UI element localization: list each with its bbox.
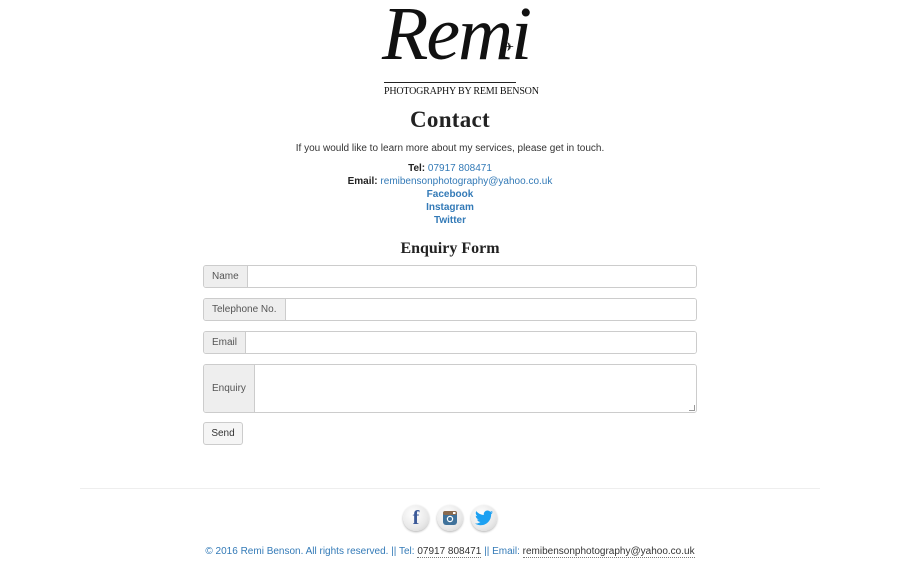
twitter-icon[interactable] (471, 505, 497, 531)
name-input[interactable] (247, 266, 696, 287)
footer-tel-link[interactable]: 07917 808471 (417, 546, 482, 558)
telephone-field-group: Telephone No. (203, 298, 697, 321)
email-field-group: Email (203, 331, 697, 354)
enquiry-label: Enquiry (204, 365, 255, 412)
resize-handle-icon[interactable] (689, 405, 695, 411)
tel-label: Tel: (408, 163, 426, 174)
logo[interactable]: Remi ✈ PHOTOGRAPHY BY REMI BENSON (380, 0, 539, 98)
email-input[interactable] (246, 332, 696, 353)
name-field-group: Name (203, 265, 697, 288)
email-label: Email: (347, 176, 378, 187)
enquiry-textarea[interactable] (254, 365, 696, 412)
twitter-bird-glyph (475, 510, 493, 526)
name-label: Name (204, 266, 248, 287)
footer: © 2016 Remi Benson. All rights reserved.… (0, 546, 900, 558)
airplane-icon: ✈ (504, 40, 515, 54)
instagram-link[interactable]: Instagram (426, 202, 474, 213)
email-link[interactable]: remibensonphotography@yahoo.co.uk (380, 176, 552, 187)
logo-wordmark: Remi (382, 0, 532, 76)
instagram-line: Instagram (0, 202, 900, 213)
telephone-label: Telephone No. (204, 299, 286, 320)
page-title: Contact (409, 107, 491, 132)
footer-email-link[interactable]: remibensonphotography@yahoo.co.uk (522, 546, 695, 558)
instagram-icon[interactable] (437, 505, 463, 531)
enquiry-field-group: Enquiry (203, 364, 697, 413)
facebook-line: Facebook (0, 189, 900, 200)
twitter-link[interactable]: Twitter (434, 215, 466, 226)
tel-line: Tel: 07917 808471 (0, 163, 900, 174)
telephone-input[interactable] (285, 299, 696, 320)
twitter-line: Twitter (0, 215, 900, 226)
logo-divider (384, 82, 516, 83)
email-line: Email: remibensonphotography@yahoo.co.uk (0, 176, 900, 187)
logo-subtitle: PHOTOGRAPHY BY REMI BENSON (384, 86, 539, 97)
footer-copyright: © 2016 Remi Benson. All rights reserved.… (205, 546, 415, 557)
instagram-glyph (443, 511, 457, 525)
send-button[interactable]: Send (203, 422, 243, 445)
footer-email-prefix: || Email: (484, 546, 520, 557)
enquiry-form-title: Enquiry Form (400, 240, 500, 257)
email-field-label: Email (204, 332, 247, 353)
facebook-icon[interactable]: f (403, 505, 429, 531)
tel-link[interactable]: 07917 808471 (428, 163, 492, 174)
facebook-link[interactable]: Facebook (427, 189, 474, 200)
footer-divider (80, 488, 820, 489)
intro-text: If you would like to learn more about my… (295, 143, 605, 154)
